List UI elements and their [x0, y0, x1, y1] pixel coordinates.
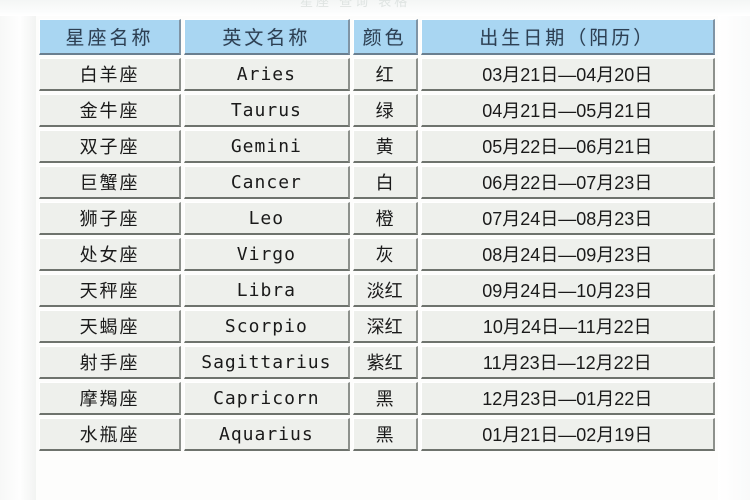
cell-color: 紫红 [352, 346, 418, 379]
cell-cn-name: 水瓶座 [39, 418, 182, 451]
cell-date: 12月23日—01月22日 [420, 382, 715, 415]
cell-en-name: Gemini [184, 130, 350, 163]
table-body: 白羊座 Aries 红 03月21日—04月20日 金牛座 Taurus 绿 04月21日—0… [39, 58, 715, 451]
table-row: 射手座 Sagittarius 紫红 11月23日—12月22日 [39, 346, 715, 379]
cell-date: 09月24日—10月23日 [420, 274, 715, 307]
table-header-row: 星座名称 英文名称 颜色 出生日期（阳历） [39, 19, 715, 55]
cell-cn-name: 天秤座 [39, 274, 182, 307]
cell-cn-name: 白羊座 [39, 58, 182, 91]
zodiac-table: 星座名称 英文名称 颜色 出生日期（阳历） 白羊座 Aries 红 03月21日—04… [36, 16, 718, 454]
table-row: 处女座 Virgo 灰 08月24日—09月23日 [39, 238, 715, 271]
table-row: 白羊座 Aries 红 03月21日—04月20日 [39, 58, 715, 91]
cell-date: 08月24日—09月23日 [420, 238, 715, 271]
cell-color: 红 [352, 58, 418, 91]
cell-color: 淡红 [352, 274, 418, 307]
cell-en-name: Libra [184, 274, 350, 307]
table-header: 星座名称 英文名称 颜色 出生日期（阳历） [39, 19, 715, 55]
cell-color: 绿 [352, 94, 418, 127]
cell-cn-name: 双子座 [39, 130, 182, 163]
cell-date: 04月21日—05月21日 [420, 94, 715, 127]
cell-en-name: Aquarius [184, 418, 350, 451]
cell-date: 10月24日—11月22日 [420, 310, 715, 343]
table-row: 双子座 Gemini 黄 05月22日—06月21日 [39, 130, 715, 163]
cell-en-name: Leo [184, 202, 350, 235]
cell-date: 03月21日—04月20日 [420, 58, 715, 91]
table-row: 摩羯座 Capricorn 黑 12月23日—01月22日 [39, 382, 715, 415]
column-header-cn-name: 星座名称 [39, 19, 182, 55]
cell-color: 黄 [352, 130, 418, 163]
table-row: 天秤座 Libra 淡红 09月24日—10月23日 [39, 274, 715, 307]
left-page-margin [0, 0, 36, 500]
cell-en-name: Aries [184, 58, 350, 91]
cell-date: 07月24日—08月23日 [420, 202, 715, 235]
cell-color: 黑 [352, 418, 418, 451]
cell-color: 白 [352, 166, 418, 199]
cell-cn-name: 狮子座 [39, 202, 182, 235]
table-row: 天蝎座 Scorpio 深红 10月24日—11月22日 [39, 310, 715, 343]
cell-cn-name: 射手座 [39, 346, 182, 379]
cell-en-name: Cancer [184, 166, 350, 199]
cell-date: 06月22日—07月23日 [420, 166, 715, 199]
cell-date: 05月22日—06月21日 [420, 130, 715, 163]
cell-cn-name: 巨蟹座 [39, 166, 182, 199]
cell-cn-name: 摩羯座 [39, 382, 182, 415]
top-remnant-text: 星座 查询 表格 [300, 0, 411, 10]
cell-date: 11月23日—12月22日 [420, 346, 715, 379]
cell-date: 01月21日—02月19日 [420, 418, 715, 451]
cell-cn-name: 天蝎座 [39, 310, 182, 343]
cell-color: 深红 [352, 310, 418, 343]
top-cropped-text-remnant: 星座 查询 表格 [0, 0, 750, 16]
cell-en-name: Taurus [184, 94, 350, 127]
cell-color: 灰 [352, 238, 418, 271]
right-page-margin [718, 0, 750, 500]
table-row: 狮子座 Leo 橙 07月24日—08月23日 [39, 202, 715, 235]
cell-cn-name: 金牛座 [39, 94, 182, 127]
cell-en-name: Scorpio [184, 310, 350, 343]
column-header-date: 出生日期（阳历） [420, 19, 715, 55]
column-header-en-name: 英文名称 [184, 19, 350, 55]
table-row: 金牛座 Taurus 绿 04月21日—05月21日 [39, 94, 715, 127]
cell-en-name: Sagittarius [184, 346, 350, 379]
cell-en-name: Virgo [184, 238, 350, 271]
cell-cn-name: 处女座 [39, 238, 182, 271]
cell-en-name: Capricorn [184, 382, 350, 415]
cell-color: 黑 [352, 382, 418, 415]
table-row: 巨蟹座 Cancer 白 06月22日—07月23日 [39, 166, 715, 199]
table-row: 水瓶座 Aquarius 黑 01月21日—02月19日 [39, 418, 715, 451]
cell-color: 橙 [352, 202, 418, 235]
column-header-color: 颜色 [352, 19, 418, 55]
